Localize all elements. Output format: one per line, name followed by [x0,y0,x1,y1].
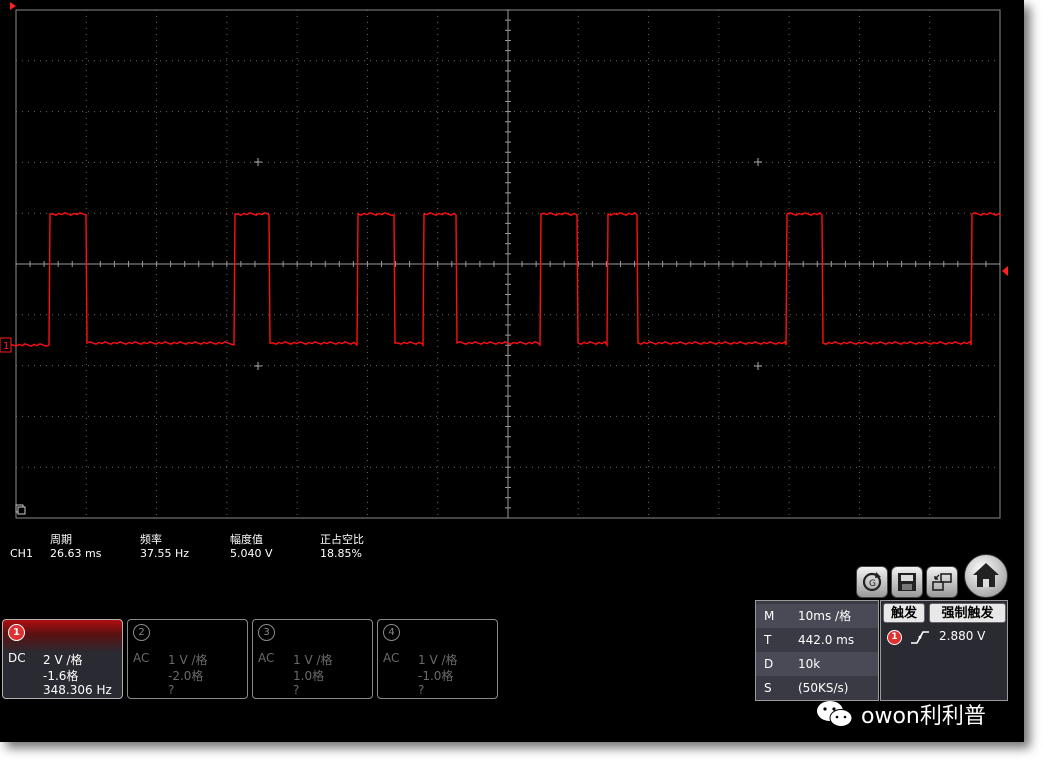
channel-2-badge: 2 [133,624,150,641]
trigger-source-badge: 1 [887,630,902,645]
home-button[interactable] [964,554,1008,598]
channel-4-badge: 4 [383,624,400,641]
channel-4-scale: 1 V /格 [418,653,458,667]
swap-icon [932,573,952,591]
channel-1-badge: 1 [8,624,25,641]
channel-1-coupling: DC [8,651,26,665]
trigger-level-marker [1002,266,1008,276]
wechat-icon [817,701,853,727]
channel-2-freq: ? [168,683,175,697]
rising-edge-icon [911,631,929,644]
channel-1-offset: -1.6格 [43,669,79,683]
save-button[interactable] [891,566,923,598]
trigger-panel: 触发 强制触发 1 2.880 V [880,600,1008,701]
autoset-button[interactable]: G [856,566,888,598]
channel-2-scale: 1 V /格 [168,653,208,667]
channel-4-freq: ? [418,683,425,697]
channel-4-coupling: AC [383,651,400,665]
channel-4-offset: -1.0格 [418,669,454,683]
channel-3-offset: 1.0格 [293,669,325,683]
channel-3-scale: 1 V /格 [293,653,333,667]
timebase-row-s[interactable]: S (50KS/s) [756,676,878,700]
measure-amplitude-label: 幅度值 [230,533,263,546]
measure-freq-label: 频率 [140,533,162,546]
timebase-s-value: (50KS/s) [798,681,849,695]
timebase-panel[interactable]: M 10ms /格 T 442.0 ms D 10k S (50KS/s) [755,600,879,701]
timebase-row-t[interactable]: T 442.0 ms [756,628,878,652]
measure-period-value: 26.63 ms [50,547,102,560]
watermark-text: owon利利普 [861,704,986,729]
swap-button[interactable] [926,566,958,598]
timebase-t-value: 442.0 ms [798,633,855,647]
channel-3-panel[interactable]: 3 AC 1 V /格 1.0格 ? [252,619,373,699]
timebase-s-key: S [764,681,772,695]
timebase-m-key: M [764,609,775,623]
measure-duty-label: 正占空比 [320,533,364,546]
measure-freq-value: 37.55 Hz [140,547,190,560]
channel-3-coupling: AC [258,651,275,665]
channel-2-coupling: AC [133,651,150,665]
channel-1-panel[interactable]: 1 DC 2 V /格 -1.6格 348.306 Hz [2,619,123,699]
channel-1-freq: 348.306 Hz [43,683,112,697]
svg-text:G: G [869,579,876,589]
measure-duty-value: 18.85% [320,547,362,560]
ch1-marker-label: 1 [3,341,9,352]
channel-2-offset: -2.0格 [168,669,204,683]
oscilloscope-screen: 1 CH1 周期 26.63 ms 频率 37.55 Hz 幅度值 5.040 … [0,0,1024,742]
measure-channel: CH1 [10,547,33,560]
timebase-d-key: D [764,657,774,671]
measure-amplitude-value: 5.040 V [230,547,273,560]
trigger-position-marker [10,2,16,10]
channel-4-panel[interactable]: 4 AC 1 V /格 -1.0格 ? [377,619,498,699]
measure-period-label: 周期 [50,533,72,546]
channel-3-badge: 3 [258,624,275,641]
timebase-t-key: T [764,633,772,647]
channel-3-freq: ? [293,683,300,697]
watermark: owon利利普 [815,698,986,730]
trigger-level: 2.880 V [939,629,986,643]
home-icon [973,563,999,587]
timebase-m-value: 10ms /格 [798,609,852,623]
trigger-button[interactable]: 触发 [883,603,925,623]
floppy-icon [898,573,916,591]
channel-1-scale: 2 V /格 [43,653,83,667]
channel-2-panel[interactable]: 2 AC 1 V /格 -2.0格 ? [127,619,248,699]
timebase-row-m[interactable]: M 10ms /格 [756,604,878,628]
refresh-icon: G [862,572,882,592]
timebase-d-value: 10k [798,657,821,671]
timebase-row-d[interactable]: D 10k [756,652,878,676]
force-trigger-button[interactable]: 强制触发 [929,603,1006,623]
